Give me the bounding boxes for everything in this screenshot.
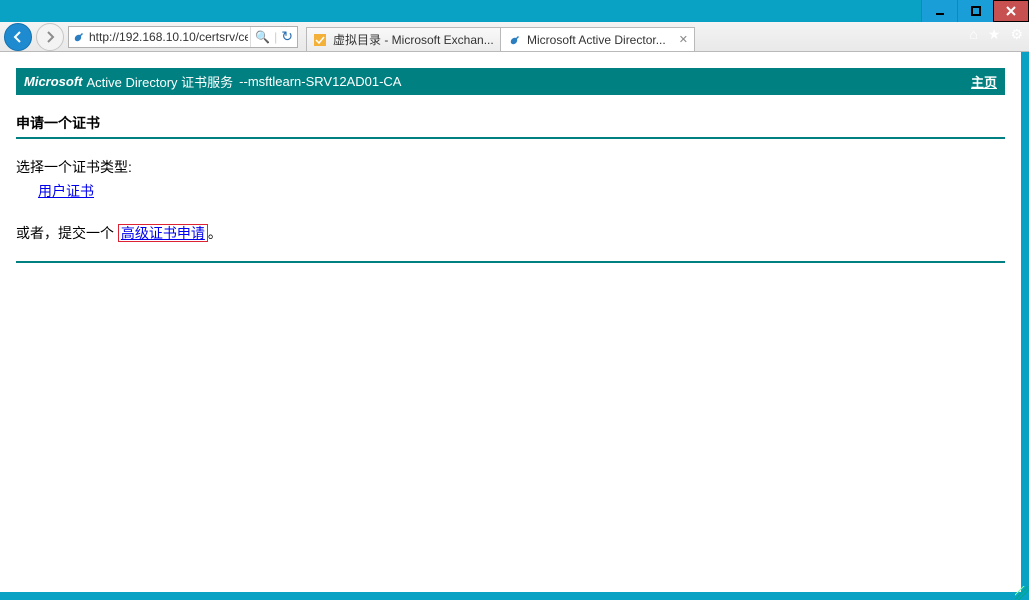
page-heading: 申请一个证书 bbox=[16, 107, 1005, 139]
command-bar: ⌂ ★ ⚙ bbox=[969, 26, 1023, 43]
window-minimize-button[interactable] bbox=[921, 0, 957, 22]
window-titlebar bbox=[0, 0, 1029, 22]
window-maximize-button[interactable] bbox=[957, 0, 993, 22]
favorites-icon[interactable]: ★ bbox=[988, 26, 1001, 43]
banner-separator: -- bbox=[239, 74, 248, 89]
browser-toolbar: 🔍 | ↻ 虚拟目录 - Microsoft Exchan... Microso… bbox=[0, 22, 1029, 52]
advanced-request-line: 或者，提交一个 高级证书申请。 bbox=[16, 223, 1005, 243]
nav-back-button[interactable] bbox=[4, 23, 32, 51]
trailing-period: 。 bbox=[208, 225, 222, 241]
window-close-button[interactable] bbox=[993, 0, 1029, 22]
banner-service-label: Active Directory 证书服务 bbox=[87, 72, 234, 91]
tab-close-icon[interactable]: ✕ bbox=[679, 33, 688, 46]
certsrv-banner: Microsoft Active Directory 证书服务 -- msftl… bbox=[16, 68, 1005, 95]
tab-favicon-icon bbox=[507, 33, 521, 47]
tab-label: 虚拟目录 - Microsoft Exchan... bbox=[333, 31, 494, 48]
site-favicon-icon bbox=[69, 31, 87, 43]
section-divider bbox=[16, 261, 1005, 263]
banner-brand: Microsoft bbox=[24, 74, 83, 89]
banner-home-link[interactable]: 主页 bbox=[971, 72, 997, 91]
select-type-label: 选择一个证书类型: bbox=[16, 157, 1005, 177]
home-icon[interactable]: ⌂ bbox=[969, 26, 977, 43]
refresh-icon[interactable]: ↻ bbox=[281, 28, 293, 45]
tab-label: Microsoft Active Director... bbox=[527, 33, 673, 47]
advanced-certificate-request-link[interactable]: 高级证书申请 bbox=[118, 224, 208, 242]
window-resize-grip[interactable] bbox=[1015, 586, 1029, 600]
banner-ca-name: msftlearn-SRV12AD01-CA bbox=[248, 74, 402, 89]
address-bar[interactable]: 🔍 | ↻ bbox=[68, 26, 298, 48]
page: Microsoft Active Directory 证书服务 -- msftl… bbox=[0, 52, 1021, 592]
tab-ad-certsrv[interactable]: Microsoft Active Director... ✕ bbox=[500, 27, 695, 51]
user-certificate-link[interactable]: 用户证书 bbox=[38, 183, 94, 199]
separator: | bbox=[274, 30, 277, 44]
address-input[interactable] bbox=[87, 27, 250, 47]
tab-strip: 虚拟目录 - Microsoft Exchan... Microsoft Act… bbox=[306, 22, 695, 51]
nav-forward-button[interactable] bbox=[36, 23, 64, 51]
or-submit-prefix: 或者，提交一个 bbox=[16, 225, 118, 241]
tools-gear-icon[interactable]: ⚙ bbox=[1010, 26, 1023, 43]
tab-favicon-icon bbox=[313, 33, 327, 47]
tab-exchange[interactable]: 虚拟目录 - Microsoft Exchan... bbox=[306, 27, 501, 51]
search-icon[interactable]: 🔍 bbox=[255, 30, 270, 44]
viewport: Microsoft Active Directory 证书服务 -- msftl… bbox=[0, 52, 1029, 600]
